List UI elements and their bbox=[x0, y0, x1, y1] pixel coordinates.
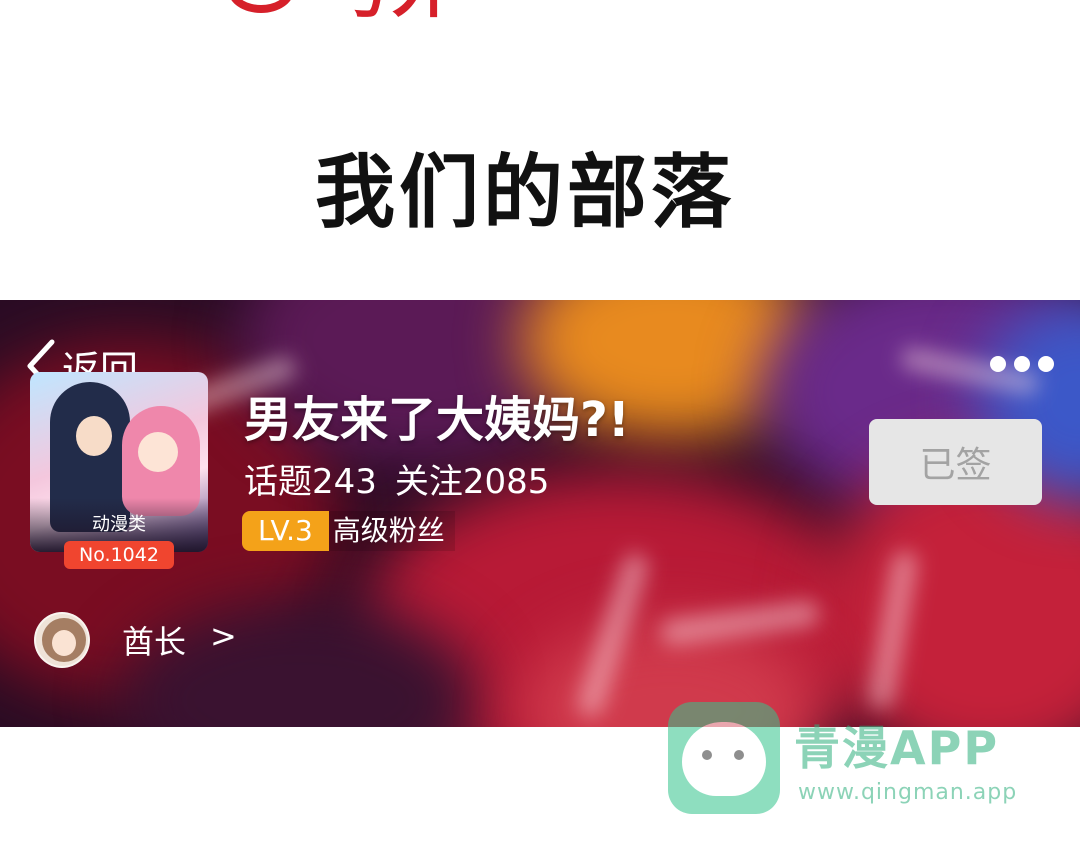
tribe-cover-image: 动漫类 bbox=[30, 372, 208, 552]
watermark-name: 青漫APP bbox=[794, 721, 1000, 775]
page: 号外 我们的部落 返回 动漫类 bbox=[0, 0, 1080, 844]
page-title: 我们的部落 bbox=[315, 146, 735, 239]
chevron-right-icon: > bbox=[210, 617, 237, 655]
tribe-title: 男友来了大姨妈?! bbox=[244, 392, 630, 448]
tribe-banner: 返回 动漫类 No.1042 男友来了大姨妈?! 话题243 关注2085 LV… bbox=[0, 300, 1080, 727]
logo-ring-icon bbox=[228, 0, 294, 13]
tribe-owner-link[interactable]: 酋长 > bbox=[34, 612, 237, 668]
header-logo: 号外 bbox=[228, 0, 456, 22]
rank-badge: No.1042 bbox=[64, 541, 174, 569]
level-badge: LV.3 高级粉丝 bbox=[242, 511, 455, 551]
logo-text: 号外 bbox=[328, 0, 456, 22]
avatar bbox=[34, 612, 90, 668]
cat-logo-icon bbox=[668, 702, 780, 814]
tribe-stats: 话题243 关注2085 bbox=[244, 454, 549, 503]
followers-count: 关注2085 bbox=[394, 462, 550, 502]
watermark-url: www.qingman.app bbox=[798, 780, 1018, 805]
signed-in-button[interactable]: 已签 bbox=[869, 419, 1042, 505]
more-options-icon[interactable] bbox=[990, 352, 1056, 376]
level-name: 高级粉丝 bbox=[328, 511, 455, 551]
level-number: LV.3 bbox=[242, 511, 329, 551]
cover-category: 动漫类 bbox=[92, 514, 146, 535]
topics-count: 话题243 bbox=[244, 462, 377, 502]
watermark: 青漫APP www.qingman.app bbox=[668, 702, 1048, 814]
owner-label: 酋长 bbox=[122, 623, 187, 661]
